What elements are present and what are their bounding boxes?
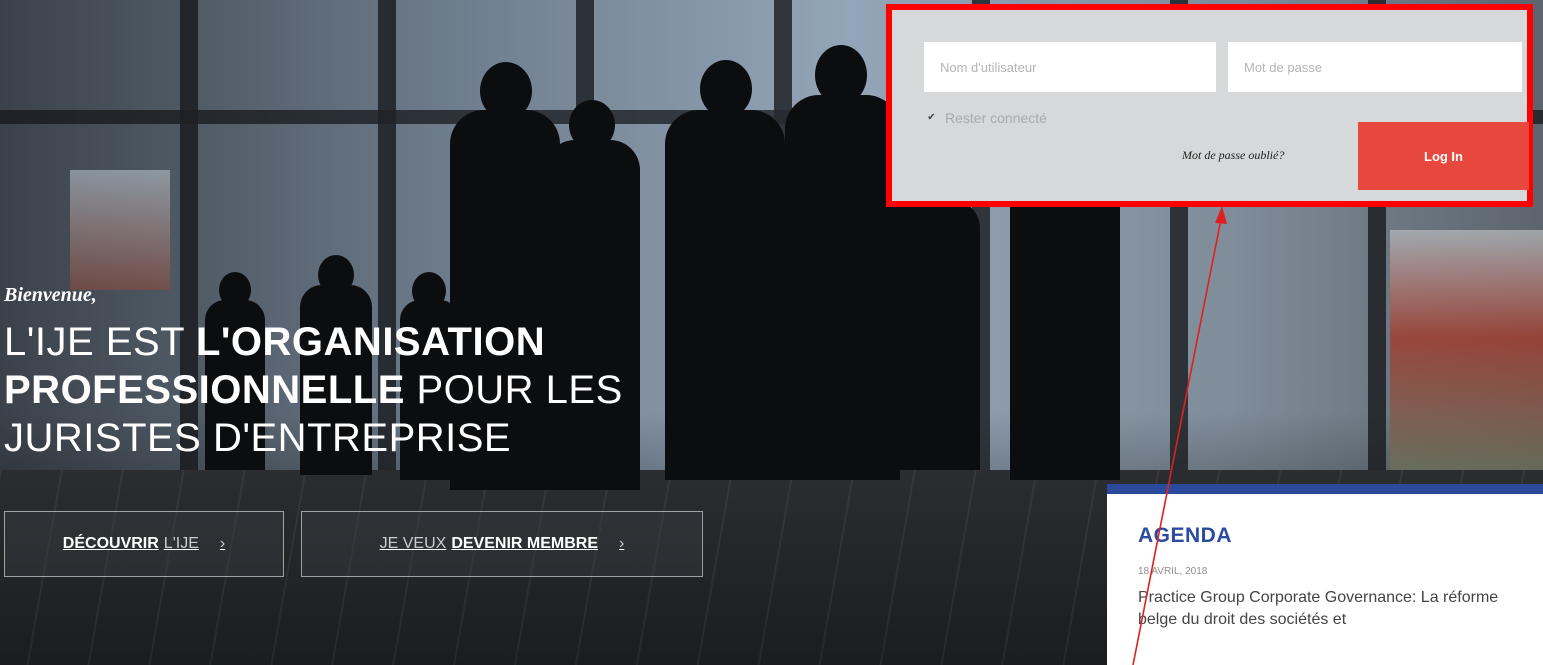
agenda-card: AGENDA 18 AVRIL, 2018 Practice Group Cor… [1107, 484, 1543, 665]
welcome-greeting: Bienvenue, [4, 284, 97, 306]
become-member-button[interactable]: JE VEUX DEVENIR MEMBRE › [301, 511, 703, 577]
agenda-event-date: 18 AVRIL, 2018 [1138, 566, 1208, 577]
pillar [1010, 200, 1120, 480]
agenda-title: AGENDA [1138, 524, 1233, 547]
checkmark-icon[interactable]: ✔ [926, 113, 937, 124]
chevron-right-icon: › [619, 535, 625, 552]
password-input[interactable] [1228, 42, 1522, 92]
discover-label-bold: DÉCOUVRIR [62, 535, 159, 552]
discover-ije-button[interactable]: DÉCOUVRIR L'IJE › [4, 511, 284, 577]
member-label-light: JE VEUX [379, 535, 447, 552]
member-label-bold: DEVENIR MEMBRE [451, 535, 599, 552]
background-building-right [1390, 230, 1543, 470]
forgot-password-link[interactable]: Mot de passe oublié? [1182, 148, 1284, 163]
login-button[interactable]: Log In [1358, 122, 1529, 190]
agenda-event-title[interactable]: Practice Group Corporate Governance: La … [1138, 587, 1538, 631]
remember-me-checkbox[interactable]: ✔ Rester connecté [926, 110, 1047, 126]
hero-headline: L'IJE EST L'ORGANISATION PROFESSIONNELLE… [4, 318, 704, 462]
person-silhouette [785, 45, 900, 480]
login-panel: ✔ Rester connecté Mot de passe oublié? L… [886, 4, 1533, 207]
headline-part-1: L'IJE EST [4, 320, 196, 364]
username-input[interactable] [924, 42, 1216, 92]
person-silhouette [890, 200, 980, 470]
chevron-right-icon: › [219, 535, 226, 552]
remember-me-label: Rester connecté [945, 110, 1047, 126]
discover-label-light: L'IJE [163, 535, 199, 552]
